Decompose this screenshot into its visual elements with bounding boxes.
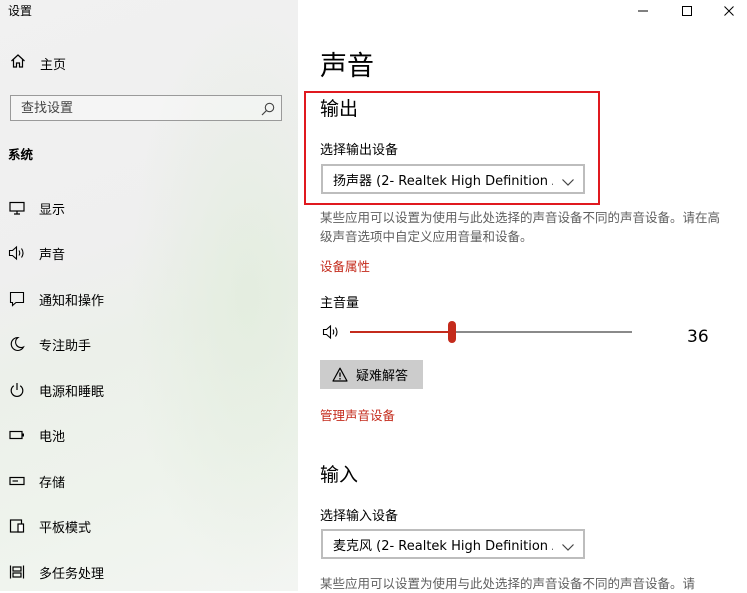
sidebar-item-label: 通知和操作: [39, 293, 105, 309]
troubleshoot-label: 疑难解答: [356, 369, 409, 384]
input-device-value: 麦克风 (2- Realtek High Definition A...: [333, 538, 553, 554]
moon-icon: [8, 335, 26, 353]
sidebar-home-label: 主页: [40, 57, 67, 73]
multitask-icon: [8, 563, 26, 581]
sidebar-item-label: 平板模式: [39, 520, 92, 536]
input-description: 某些应用可以设置为使用与此处选择的声音设备不同的声音设备。请: [320, 576, 696, 591]
search-input[interactable]: [11, 96, 261, 120]
window-title: 设置: [8, 4, 33, 18]
sidebar-item-focus-assist[interactable]: 专注助手: [8, 332, 288, 356]
notification-icon: [8, 290, 26, 308]
tablet-icon: [8, 517, 26, 535]
battery-icon: [8, 426, 26, 444]
speaker-icon[interactable]: [322, 324, 342, 344]
search-box[interactable]: [10, 95, 282, 121]
content-pane: 声音 输出 选择输出设备 扬声器 (2- Realtek High Defini…: [298, 0, 747, 591]
sidebar-item-label: 电池: [39, 429, 66, 445]
troubleshoot-button[interactable]: 疑难解答: [320, 360, 423, 389]
sidebar-item-label: 声音: [39, 247, 66, 263]
maximize-button[interactable]: [664, 0, 710, 22]
warning-icon: [332, 367, 348, 382]
manage-sound-devices-link[interactable]: 管理声音设备: [320, 405, 395, 424]
sidebar-item-battery[interactable]: 电池: [8, 423, 288, 447]
volume-slider-fill: [350, 331, 452, 333]
volume-label: 主音量: [320, 296, 360, 311]
sidebar-item-storage[interactable]: 存储: [8, 469, 288, 493]
close-icon: [723, 2, 735, 21]
volume-slider-thumb[interactable]: [448, 321, 456, 343]
display-icon: [8, 199, 26, 217]
sidebar-item-tablet[interactable]: 平板模式: [8, 514, 288, 538]
input-heading: 输入: [320, 464, 359, 486]
input-device-label: 选择输入设备: [320, 509, 399, 524]
close-button[interactable]: [706, 0, 747, 22]
sidebar-item-multitasking[interactable]: 多任务处理: [8, 560, 288, 584]
sidebar-home[interactable]: 主页: [10, 52, 66, 74]
minimize-icon: [637, 2, 649, 21]
sidebar: 设置 主页 系统 显示 声音 通知和操作 专注助手: [0, 0, 298, 591]
output-description: 某些应用可以设置为使用与此处选择的声音设备不同的声音设备。请在高级声音选项中自定…: [320, 210, 721, 244]
sidebar-item-label: 电源和睡眠: [39, 384, 105, 400]
sidebar-item-notifications[interactable]: 通知和操作: [8, 287, 288, 311]
storage-icon: [8, 472, 26, 490]
home-icon: [10, 53, 26, 73]
sidebar-item-label: 存储: [39, 475, 66, 491]
speaker-icon: [8, 244, 26, 262]
maximize-icon: [681, 2, 693, 21]
sidebar-item-power[interactable]: 电源和睡眠: [8, 378, 288, 402]
sidebar-item-label: 显示: [39, 202, 66, 218]
section-heading: 系统: [8, 147, 34, 162]
chevron-down-icon: [561, 538, 575, 557]
input-device-dropdown[interactable]: 麦克风 (2- Realtek High Definition A...: [321, 529, 585, 559]
power-icon: [8, 381, 26, 399]
volume-slider[interactable]: [350, 320, 632, 344]
sidebar-item-sound[interactable]: 声音: [8, 241, 288, 265]
volume-value: 36: [687, 327, 709, 347]
sidebar-item-display[interactable]: 显示: [8, 196, 288, 220]
minimize-button[interactable]: [620, 0, 666, 22]
page-title: 声音: [320, 51, 374, 82]
sidebar-item-label: 专注助手: [39, 338, 92, 354]
device-properties-link[interactable]: 设备属性: [320, 256, 370, 275]
highlight-box: [304, 91, 600, 205]
sidebar-item-label: 多任务处理: [39, 566, 105, 582]
search-icon[interactable]: [261, 101, 275, 120]
